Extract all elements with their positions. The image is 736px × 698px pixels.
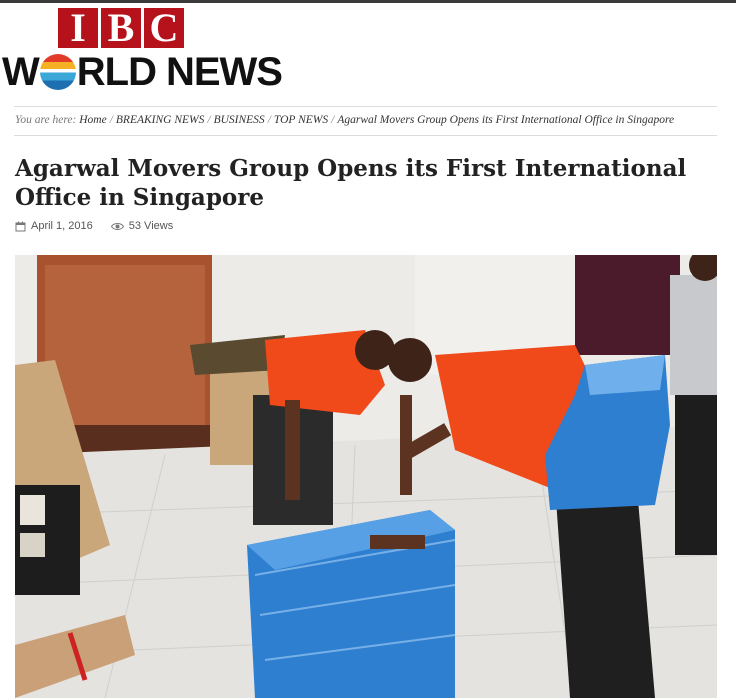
breadcrumb-separator: /	[331, 114, 335, 126]
breadcrumb-business[interactable]: BUSINESS	[214, 114, 265, 126]
breadcrumb-separator: /	[267, 114, 271, 126]
views-text: 53 Views	[128, 220, 174, 232]
logo-rld: RLD	[76, 50, 157, 94]
eye-icon	[110, 222, 124, 230]
logo-world-news: W RLD NEWS	[2, 50, 283, 94]
calendar-icon	[15, 221, 26, 231]
top-border	[0, 0, 736, 3]
site-logo[interactable]: I B C W RLD NEWS	[0, 8, 283, 94]
breadcrumb: You are here: Home / BREAKING NEWS / BUSINES…	[14, 106, 717, 136]
logo-letter-i: I	[58, 8, 98, 48]
logo-letter-c: C	[144, 8, 184, 48]
article-photo[interactable]	[15, 255, 717, 698]
logo-letter-b: B	[101, 8, 141, 48]
globe-icon	[39, 54, 76, 90]
date-text: April 1, 2016	[31, 220, 93, 232]
breadcrumb-current: Agarwal Movers Group Opens its First Int…	[337, 114, 675, 126]
breadcrumb-prefix: You are here:	[15, 114, 77, 126]
breadcrumb-home[interactable]: Home	[79, 114, 106, 126]
breadcrumb-breaking-news[interactable]: BREAKING NEWS	[116, 114, 204, 126]
logo-w: W	[2, 50, 40, 94]
article-date: April 1, 2016	[15, 220, 93, 232]
logo-ibc: I B C	[58, 8, 184, 48]
logo-news: NEWS	[165, 50, 283, 94]
breadcrumb-top-news[interactable]: TOP NEWS	[274, 114, 328, 126]
article-views: 53 Views	[110, 220, 174, 232]
breadcrumb-separator: /	[207, 114, 211, 126]
article-title: Agarwal Movers Group Opens its First Int…	[15, 155, 687, 211]
breadcrumb-separator: /	[109, 114, 113, 126]
article-meta: April 1, 2016 53 Views	[15, 220, 191, 232]
movers-packing-photo	[15, 255, 717, 698]
